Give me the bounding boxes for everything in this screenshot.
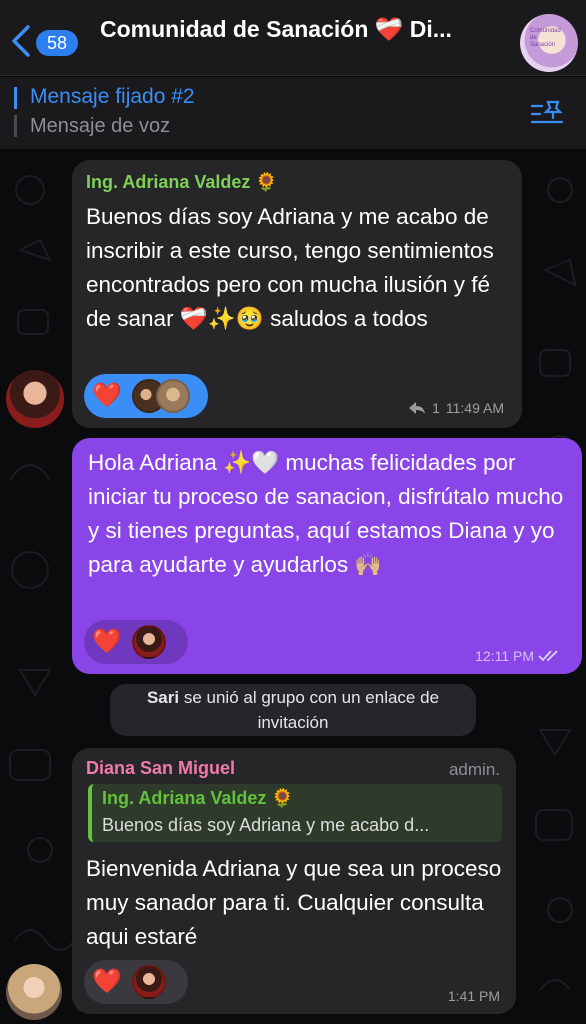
reaction-chip[interactable]: ❤️ bbox=[84, 374, 208, 418]
sender-avatar[interactable] bbox=[6, 370, 64, 428]
sender-name[interactable]: Diana San Miguel bbox=[86, 758, 235, 779]
reactor-avatar bbox=[131, 965, 166, 999]
double-check-icon bbox=[538, 650, 558, 662]
group-avatar-text: Comunidad de Sanación bbox=[530, 28, 561, 48]
pin-indicator-active bbox=[14, 87, 17, 109]
admin-badge: admin. bbox=[448, 760, 500, 779]
service-message: Sari se unió al grupo con un enlace de i… bbox=[110, 684, 476, 736]
quoted-sender: Ing. Adriana Valdez 🌻 bbox=[102, 788, 294, 808]
group-avatar[interactable]: Comunidad de Sanación bbox=[520, 14, 578, 72]
message-text: Bienvenida Adriana y que sea un proceso … bbox=[86, 856, 502, 949]
message-text: Buenos días soy Adriana y me acabo de in… bbox=[86, 204, 494, 331]
heart-reaction-icon: ❤️ bbox=[92, 382, 122, 409]
message-time: 12:11 PM bbox=[475, 648, 534, 664]
message-time: 1:41 PM bbox=[447, 988, 500, 1004]
service-user-name[interactable]: Sari bbox=[147, 688, 179, 707]
sender-avatar[interactable] bbox=[6, 964, 62, 1020]
sender-name[interactable]: Ing. Adriana Valdez 🌻 bbox=[86, 172, 278, 193]
reaction-chip[interactable]: ❤️ bbox=[84, 960, 188, 1004]
quoted-reply[interactable]: Ing. Adriana Valdez 🌻 Buenos días soy Ad… bbox=[88, 784, 502, 842]
message-time: 11:49 AM bbox=[445, 400, 504, 416]
reply-count: 1 bbox=[432, 400, 440, 416]
pin-list-icon[interactable] bbox=[530, 100, 564, 128]
heart-reaction-icon: ❤️ bbox=[92, 968, 122, 995]
chat-header: 58 Comunidad de Sanación ❤️‍🩹 Di... Comu… bbox=[0, 0, 586, 76]
message-bubble-outgoing[interactable]: Hola Adriana ✨🤍 muchas felicidades por i… bbox=[72, 438, 582, 674]
chevron-left-icon[interactable] bbox=[8, 24, 32, 58]
quoted-text: Buenos días soy Adriana y me acabo d... bbox=[102, 815, 430, 835]
pinned-message-bar[interactable]: Mensaje fijado #2 Mensaje de voz bbox=[0, 77, 586, 149]
pinned-title: Mensaje fijado #2 bbox=[30, 85, 195, 108]
message-meta: 12:11 PM bbox=[475, 648, 560, 664]
message-meta: 1 11:49 AM bbox=[408, 400, 504, 416]
reply-arrow-icon bbox=[409, 402, 426, 414]
pin-indicator-inactive bbox=[14, 115, 17, 137]
unread-count-badge[interactable]: 58 bbox=[36, 30, 78, 56]
pinned-subtitle: Mensaje de voz bbox=[30, 115, 171, 137]
message-bubble[interactable]: Ing. Adriana Valdez 🌻 Buenos días soy Ad… bbox=[72, 160, 522, 428]
reactor-avatar bbox=[155, 379, 190, 413]
heart-reaction-icon: ❤️ bbox=[92, 628, 122, 655]
reactor-avatar bbox=[131, 625, 166, 659]
chat-title[interactable]: Comunidad de Sanación ❤️‍🩹 Di... bbox=[100, 16, 510, 43]
service-text: se unió al grupo con un enlace de invita… bbox=[179, 688, 440, 732]
message-text: Hola Adriana ✨🤍 muchas felicidades por i… bbox=[88, 450, 564, 577]
reaction-chip[interactable]: ❤️ bbox=[84, 620, 188, 664]
